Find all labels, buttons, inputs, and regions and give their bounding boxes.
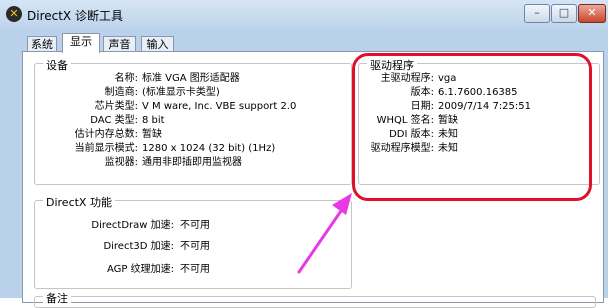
device-chip-type-value: V M ware, Inc. VBE support 2.0 bbox=[142, 101, 297, 112]
driver-row-whql: WHQL 签名: 暂缺 bbox=[358, 114, 594, 127]
directdraw-label: DirectDraw 加速: bbox=[91, 220, 174, 231]
driver-ddi-value: 未知 bbox=[438, 129, 458, 140]
driver-ddi-label: DDI 版本: bbox=[389, 129, 434, 140]
device-row-memory: 估计内存总数: 暂缺 bbox=[34, 128, 350, 141]
device-dac-type-label: DAC 类型: bbox=[90, 115, 138, 126]
driver-main-value: vga bbox=[438, 73, 457, 84]
title-bar[interactable]: ✕ DirectX 诊断工具 – □ ✕ bbox=[0, 0, 608, 30]
device-monitor-label: 监视器: bbox=[104, 157, 138, 168]
directx-icon: ✕ bbox=[6, 6, 22, 22]
driver-row-model: 驱动程序模型: 未知 bbox=[358, 142, 594, 155]
device-memory-value: 暂缺 bbox=[142, 129, 162, 140]
notes-group-title: 备注 bbox=[43, 290, 71, 306]
driver-version-value: 6.1.7600.16385 bbox=[438, 87, 518, 98]
device-row-manufacturer: 制造商: (标准显示卡类型) bbox=[34, 86, 350, 99]
directx-row-directdraw: DirectDraw 加速: 不可用 bbox=[34, 219, 334, 232]
device-name-value: 标准 VGA 图形适配器 bbox=[142, 73, 240, 84]
driver-model-label: 驱动程序模型: bbox=[370, 143, 434, 154]
device-name-label: 名称: bbox=[114, 73, 138, 84]
device-manufacturer-label: 制造商: bbox=[104, 87, 138, 98]
driver-group-title: 驱动程序 bbox=[367, 57, 417, 73]
directx-row-direct3d: Direct3D 加速: 不可用 bbox=[34, 240, 334, 253]
device-chip-type-label: 芯片类型: bbox=[94, 101, 138, 112]
device-manufacturer-value: (标准显示卡类型) bbox=[142, 87, 220, 98]
driver-row-main: 主驱动程序: vga bbox=[358, 72, 594, 85]
device-row-monitor: 监视器: 通用非即插即用监视器 bbox=[34, 156, 350, 169]
tab-display[interactable]: 显示 bbox=[62, 33, 100, 53]
directdraw-value: 不可用 bbox=[180, 220, 210, 231]
maximize-button[interactable]: □ bbox=[551, 4, 577, 23]
direct3d-value: 不可用 bbox=[180, 241, 210, 252]
driver-row-ddi: DDI 版本: 未知 bbox=[358, 128, 594, 141]
driver-model-value: 未知 bbox=[438, 143, 458, 154]
directx-diagnostic-window: ✕ DirectX 诊断工具 – □ ✕ 系统 显示 声音 输入 设备 名称: … bbox=[0, 0, 608, 308]
driver-row-version: 版本: 6.1.7600.16385 bbox=[358, 86, 594, 99]
close-button[interactable]: ✕ bbox=[578, 4, 606, 23]
device-display-mode-label: 当前显示模式: bbox=[74, 143, 138, 154]
device-monitor-value: 通用非即插即用监视器 bbox=[142, 157, 242, 168]
window-title: DirectX 诊断工具 bbox=[27, 9, 123, 23]
directx-row-agp: AGP 纹理加速: 不可用 bbox=[34, 263, 334, 276]
device-row-dac-type: DAC 类型: 8 bit bbox=[34, 114, 350, 127]
tab-system[interactable]: 系统 bbox=[27, 36, 57, 52]
direct3d-label: Direct3D 加速: bbox=[103, 241, 174, 252]
driver-date-value: 2009/7/14 7:25:51 bbox=[438, 101, 532, 112]
driver-version-label: 版本: bbox=[410, 87, 434, 98]
minimize-button[interactable]: – bbox=[524, 4, 550, 23]
agp-label: AGP 纹理加速: bbox=[107, 264, 174, 275]
driver-main-label: 主驱动程序: bbox=[380, 73, 434, 84]
driver-whql-value: 暂缺 bbox=[438, 115, 458, 126]
device-dac-type-value: 8 bit bbox=[142, 115, 165, 126]
tab-input[interactable]: 输入 bbox=[141, 36, 174, 52]
device-group-title: 设备 bbox=[43, 57, 71, 73]
driver-whql-label: WHQL 签名: bbox=[376, 115, 434, 126]
device-row-name: 名称: 标准 VGA 图形适配器 bbox=[34, 72, 350, 85]
device-row-chip-type: 芯片类型: V M ware, Inc. VBE support 2.0 bbox=[34, 100, 350, 113]
directx-features-title: DirectX 功能 bbox=[43, 194, 115, 210]
device-row-display-mode: 当前显示模式: 1280 x 1024 (32 bit) (1Hz) bbox=[34, 142, 350, 155]
driver-row-date: 日期: 2009/7/14 7:25:51 bbox=[358, 100, 594, 113]
device-display-mode-value: 1280 x 1024 (32 bit) (1Hz) bbox=[142, 143, 276, 154]
agp-value: 不可用 bbox=[180, 264, 210, 275]
tab-sound[interactable]: 声音 bbox=[103, 36, 136, 52]
device-memory-label: 估计内存总数: bbox=[74, 129, 138, 140]
driver-date-label: 日期: bbox=[410, 101, 434, 112]
